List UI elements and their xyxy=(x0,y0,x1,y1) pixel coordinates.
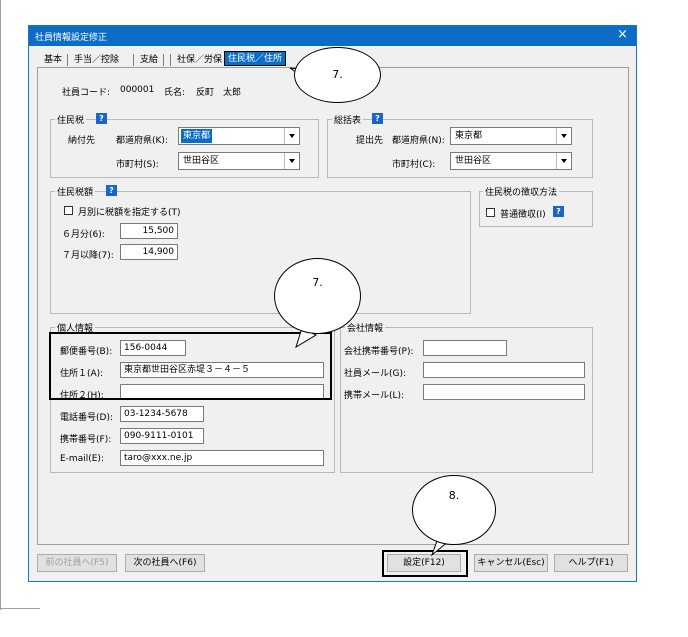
callout-bubble-save: 8. xyxy=(412,475,496,545)
callout-bubble-personal: 7. xyxy=(274,258,361,334)
callout-bubble-tab: 7. xyxy=(294,47,381,103)
